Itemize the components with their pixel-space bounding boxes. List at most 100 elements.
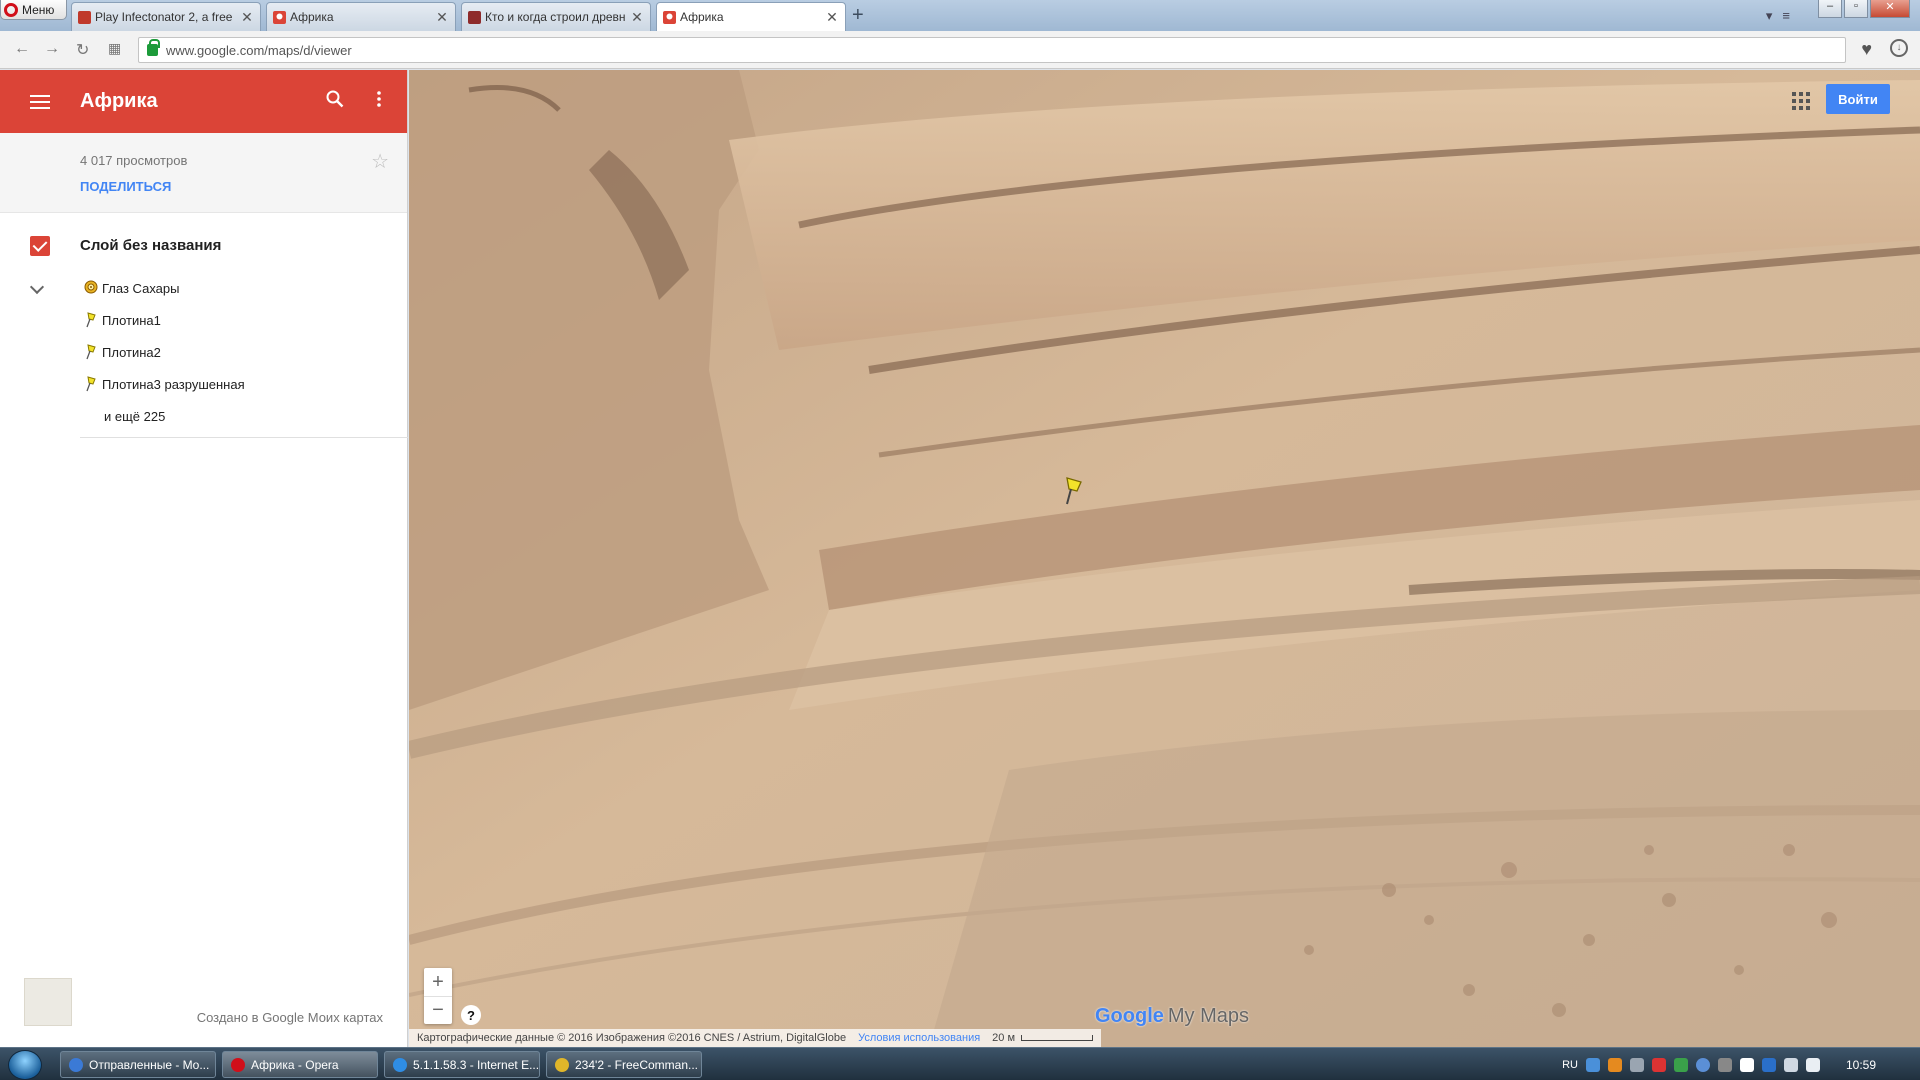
menu-hamburger-icon[interactable] — [30, 94, 50, 109]
bookmark-heart-icon[interactable]: ♥ — [1861, 39, 1872, 60]
tab-close-icon[interactable]: ✕ — [630, 9, 644, 26]
opera-logo-icon — [4, 2, 18, 17]
map-attribution: Картографические данные © 2016 Изображен… — [409, 1029, 1102, 1047]
freecommander-icon — [555, 1057, 569, 1072]
tab-title: Кто и когда строил древн — [485, 10, 626, 24]
opera-menu-label: Меню — [22, 2, 55, 17]
tray-app-icon[interactable] — [1761, 1057, 1776, 1072]
layer-row: Слой без названия — [0, 226, 407, 272]
close-window-button[interactable]: ✕ — [1870, 0, 1910, 18]
share-link[interactable]: ПОДЕЛИТЬСЯ — [80, 179, 171, 194]
more-items-link[interactable]: и ещё 225 — [0, 400, 407, 432]
new-tab-button[interactable]: + — [852, 5, 864, 25]
tabstrip-icons: ▾ ≡ — [1766, 8, 1790, 24]
layer-items: Глаз Сахары Плотина1 Плотина2 Плотина3 р… — [0, 272, 407, 432]
more-vert-icon[interactable] — [363, 91, 395, 112]
tray-app-icon[interactable] — [1629, 1057, 1644, 1072]
list-item[interactable]: Плотина1 — [0, 304, 407, 336]
taskbar-item[interactable]: Африка - Opera — [222, 1051, 378, 1078]
pushpin-icon — [86, 312, 96, 328]
taskbar-item[interactable]: Отправленные - Mo... — [60, 1051, 216, 1078]
item-label: Плотина2 — [102, 344, 161, 360]
site-favicon-icon — [468, 10, 481, 24]
item-label: Глаз Сахары — [102, 280, 180, 296]
search-icon[interactable] — [319, 90, 351, 113]
reload-button[interactable]: ↻ — [76, 40, 89, 60]
taskbar-item[interactable]: 234'2 - FreeComman... — [546, 1051, 702, 1078]
star-icon[interactable]: ☆ — [371, 149, 389, 174]
terms-link[interactable]: Условия использования — [858, 1032, 980, 1044]
apps-grid-icon[interactable] — [1792, 92, 1810, 110]
help-button[interactable]: ? — [461, 1005, 481, 1025]
minimize-button[interactable]: – — [1818, 0, 1842, 18]
tab-title: Африка — [680, 10, 724, 24]
list-item[interactable]: Глаз Сахары — [0, 272, 407, 304]
map-title: Африка — [80, 90, 158, 112]
list-item[interactable]: Плотина2 — [0, 336, 407, 368]
tray-antivirus-icon[interactable] — [1651, 1057, 1666, 1072]
url-text: www.google.com/maps/d/viewer — [166, 42, 352, 58]
tab-list-icon[interactable]: ≡ — [1782, 8, 1790, 24]
windows-taskbar: Отправленные - Mo... Африка - Opera 5.1.… — [0, 1047, 1920, 1080]
tray-network-icon[interactable] — [1783, 1057, 1798, 1072]
browser-tabstrip: Меню Play Infectonator 2, a free ✕ Африк… — [0, 0, 1920, 31]
item-label: Плотина3 разрушенная — [102, 376, 245, 392]
google-my-maps-logo: Google My Maps — [1095, 1005, 1249, 1028]
zoom-out-button[interactable]: − — [424, 996, 452, 1024]
download-icon[interactable]: ↓ — [1890, 39, 1908, 57]
taskbar-clock[interactable]: 10:59 — [1846, 1058, 1876, 1072]
scale-label: 20 м — [992, 1032, 1094, 1044]
tray-volume-icon[interactable] — [1805, 1057, 1820, 1072]
satellite-map[interactable]: Войти + − ? Google My Maps Картографическ… — [409, 70, 1920, 1047]
list-item[interactable]: Плотина3 разрушенная — [0, 368, 407, 400]
view-count: 4 017 просмотров — [80, 153, 188, 168]
tray-app-icon[interactable] — [1695, 1057, 1710, 1072]
logo-google: Google — [1095, 1005, 1164, 1027]
tray-app-icon[interactable] — [1607, 1057, 1622, 1072]
map-side-panel: Африка 4 017 просмотров ПОДЕЛИТЬСЯ ☆ Сло… — [0, 70, 408, 1047]
tab-ancient-builders[interactable]: Кто и когда строил древн ✕ — [461, 2, 651, 31]
pushpin-marker-icon[interactable] — [1060, 476, 1086, 506]
maps-pin-favicon-icon — [273, 10, 286, 24]
system-tray: RU 10:59 — [1562, 1048, 1920, 1080]
mail-icon — [69, 1057, 83, 1072]
start-button[interactable] — [8, 1050, 42, 1080]
panel-header: Африка — [0, 70, 407, 133]
tab-menu-icon[interactable]: ▾ — [1766, 8, 1773, 24]
pushpin-icon — [86, 344, 96, 360]
language-indicator[interactable]: RU — [1562, 1059, 1578, 1071]
attribution-text: Картографические данные © 2016 Изображен… — [417, 1032, 847, 1044]
tab-close-icon[interactable]: ✕ — [435, 9, 449, 26]
divider — [80, 437, 408, 438]
satellite-terrain — [409, 70, 1920, 1047]
tab-africa-active[interactable]: Африка ✕ — [656, 2, 846, 31]
scale-bar — [1021, 1035, 1094, 1041]
zoom-in-button[interactable]: + — [424, 968, 452, 996]
maps-pin-favicon-icon — [663, 10, 676, 24]
tab-close-icon[interactable]: ✕ — [825, 9, 839, 26]
tray-network-icon[interactable] — [1585, 1057, 1600, 1072]
taskbar-item[interactable]: 5.1.1.58.3 - Internet E... — [384, 1051, 540, 1078]
maximize-button[interactable]: ▫ — [1844, 0, 1868, 18]
tab-infectonator[interactable]: Play Infectonator 2, a free ✕ — [71, 2, 261, 31]
basemap-thumbnail[interactable] — [24, 978, 72, 1026]
browser-navbar: ← → ↻ ▦ www.google.com/maps/d/viewer ♥ ↓ — [0, 31, 1920, 69]
sign-in-button[interactable]: Войти — [1826, 84, 1890, 114]
tray-flag-icon[interactable] — [1739, 1057, 1754, 1072]
tray-app-icon[interactable] — [1673, 1057, 1688, 1072]
tray-app-icon[interactable] — [1717, 1057, 1732, 1072]
tab-africa-1[interactable]: Африка ✕ — [266, 2, 456, 31]
speed-dial-grid-icon[interactable]: ▦ — [108, 40, 121, 57]
tab-close-icon[interactable]: ✕ — [240, 9, 254, 26]
address-bar[interactable]: www.google.com/maps/d/viewer — [138, 37, 1846, 63]
item-label: Плотина1 — [102, 312, 161, 328]
map-meta: 4 017 просмотров ПОДЕЛИТЬСЯ ☆ — [0, 133, 407, 213]
pushpin-icon — [86, 376, 96, 392]
forward-button[interactable]: → — [44, 40, 60, 58]
layer-visibility-checkbox[interactable] — [30, 236, 50, 256]
back-button[interactable]: ← — [14, 40, 30, 58]
tab-title: Африка — [290, 10, 334, 24]
opera-menu-button[interactable]: Меню — [0, 0, 67, 20]
tab-title: Play Infectonator 2, a free — [95, 10, 233, 24]
window-controls: – ▫ ✕ — [1818, 0, 1910, 18]
